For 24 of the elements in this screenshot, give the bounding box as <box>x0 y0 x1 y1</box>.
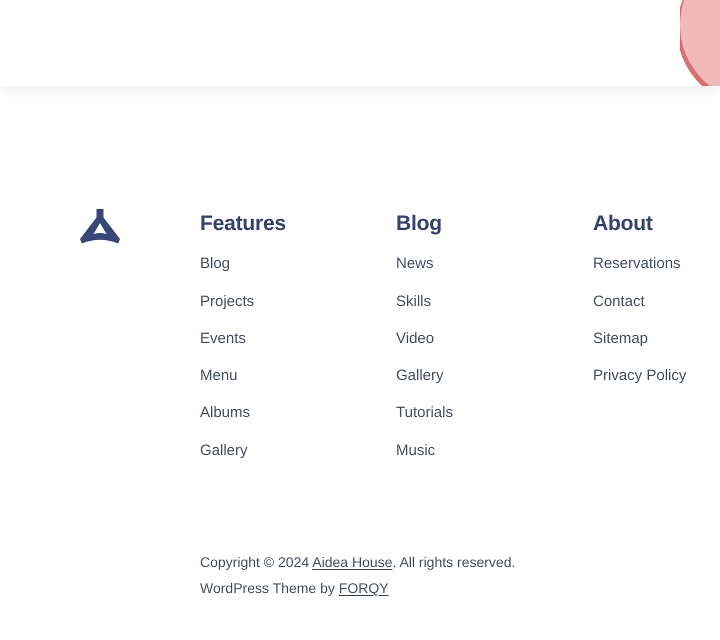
column-heading: Blog <box>396 211 442 237</box>
column-heading: Features <box>200 211 286 237</box>
logo-icon[interactable] <box>80 209 120 244</box>
footer-link[interactable]: Projects <box>200 290 254 313</box>
footer-link[interactable]: Sitemap <box>593 328 648 350</box>
footer-link[interactable]: Gallery <box>200 440 248 462</box>
site-link[interactable]: Aidea House <box>312 554 392 570</box>
footer-link[interactable]: Video <box>396 328 434 350</box>
credit-text: WordPress Theme by FORQY <box>200 578 389 598</box>
footer-link[interactable]: Menu <box>200 365 238 388</box>
theme-author-link[interactable]: FORQY <box>338 580 389 596</box>
footer-link[interactable]: Reservations <box>593 253 681 276</box>
footer-link[interactable]: Music <box>396 440 436 462</box>
footer-link[interactable]: Albums <box>200 402 250 424</box>
column-heading: About <box>593 211 653 237</box>
footer-link[interactable]: Tutorials <box>396 402 453 424</box>
footer-link[interactable]: Blog <box>200 253 230 276</box>
footer-link[interactable]: Contact <box>593 290 645 313</box>
footer-link[interactable]: Privacy Policy <box>593 365 686 388</box>
footer-link[interactable]: Gallery <box>396 365 444 388</box>
copyright-text: Copyright © 2024 Aidea House. All rights reserved. <box>200 552 516 572</box>
footer-link[interactable]: News <box>396 253 434 276</box>
footer-link[interactable]: Skills <box>396 290 432 313</box>
footer-link[interactable]: Events <box>200 328 246 350</box>
